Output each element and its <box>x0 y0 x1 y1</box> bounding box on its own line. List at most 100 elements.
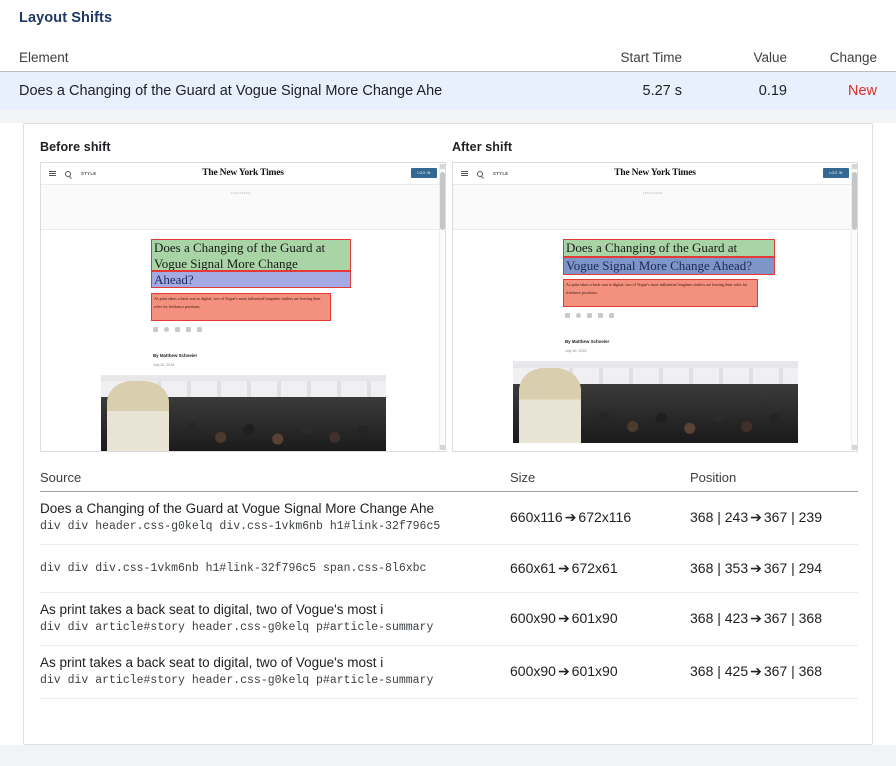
source-selector-path: div div article#story header.css-g0kelq … <box>40 621 434 635</box>
facebook-icon[interactable] <box>153 327 158 332</box>
arrow-icon: ➔ <box>750 559 762 576</box>
nyt-masthead: The New York Times <box>202 168 284 178</box>
scrollbar-thumb[interactable] <box>852 172 857 230</box>
size-cell: 600x90 ➔ 601x90 <box>510 610 690 627</box>
column-header-change: Change <box>829 50 877 65</box>
position-from: 368 | 423 <box>690 610 749 627</box>
position-cell: 368 | 243 ➔ 367 | 239 <box>690 509 858 526</box>
headline-line-3: Ahead? <box>154 272 194 287</box>
scroll-down-arrow[interactable] <box>852 445 857 450</box>
page-background-strip <box>0 745 896 766</box>
source-title: As print takes a back seat to digital, t… <box>40 601 384 617</box>
facebook-icon[interactable] <box>565 313 570 318</box>
table-row[interactable]: Does a Changing of the Guard at Vogue Si… <box>0 72 896 110</box>
instagram-icon[interactable] <box>576 313 581 318</box>
layout-shifts-panel: Layout Shifts Element Start Time Value C… <box>0 0 896 766</box>
column-header-element: Element <box>19 50 69 65</box>
row-divider-strip <box>0 110 896 123</box>
email-icon[interactable] <box>186 327 191 332</box>
arrow-icon: ➔ <box>750 509 762 526</box>
size-to: 601x90 <box>571 610 618 627</box>
article-byline: By Matthew Schneier <box>565 339 610 344</box>
source-cell: As print takes a back seat to digital, t… <box>40 654 510 690</box>
arrow-icon: ➔ <box>557 610 570 627</box>
arrow-icon: ➔ <box>557 559 570 576</box>
social-share-row[interactable] <box>153 327 202 332</box>
size-cell: 660x61 ➔ 672x61 <box>510 560 690 577</box>
source-title: Does a Changing of the Guard at Vogue Si… <box>40 501 435 516</box>
scrollbar-thumb[interactable] <box>440 172 445 230</box>
table-row[interactable]: Does a Changing of the Guard at Vogue Si… <box>40 492 858 545</box>
social-share-row[interactable] <box>565 313 614 318</box>
nyt-login-button[interactable]: LOG IN <box>823 168 849 178</box>
nyt-subnav-links: ••••••••••• <box>231 191 251 195</box>
arrow-icon: ➔ <box>564 509 577 526</box>
source-selector-path: div div header.css-g0kelq div.css-1vkm6n… <box>40 520 441 534</box>
nyt-login-button[interactable]: LOG IN <box>411 168 437 178</box>
shift-sources-table: Source Size Position Does a Changing of … <box>40 464 858 699</box>
headline-line-2: Vogue Signal More Change <box>154 256 298 271</box>
position-cell: 368 | 353 ➔ 367 | 294 <box>690 560 858 577</box>
row-value: 0.19 <box>758 83 787 99</box>
scroll-down-arrow[interactable] <box>440 445 445 450</box>
before-shift-panel: Before shift STYLE The New York Times LO… <box>40 140 446 452</box>
twitter-icon[interactable] <box>587 313 592 318</box>
article-byline: By Matthew Schneier <box>153 353 198 358</box>
size-to: 672x116 <box>578 509 632 526</box>
headline-line-1: Does a Changing of the Guard at <box>566 240 738 255</box>
screenshot-scrollbar[interactable] <box>851 164 857 450</box>
size-cell: 660x116 ➔ 672x116 <box>510 509 690 526</box>
article-photo <box>513 361 798 443</box>
shift-preview-panels: Before shift STYLE The New York Times LO… <box>40 140 858 452</box>
before-headline-highlight-blue: Ahead? <box>151 271 351 288</box>
size-to: 601x90 <box>571 663 618 680</box>
after-shift-label: After shift <box>452 140 513 154</box>
arrow-icon: ➔ <box>750 610 762 627</box>
scroll-up-arrow[interactable] <box>852 164 857 169</box>
source-table-header: Source Size Position <box>40 464 858 492</box>
table-row[interactable]: As print takes a back seat to digital, t… <box>40 593 858 646</box>
nyt-subnav-links: ••••••••••• <box>643 191 663 195</box>
arrow-icon: ➔ <box>750 663 762 680</box>
column-header-position: Position <box>690 470 737 485</box>
share-link-icon[interactable] <box>609 313 614 318</box>
before-summary-highlight: As print takes a back seat to digital, t… <box>151 293 331 321</box>
share-link-icon[interactable] <box>197 327 202 332</box>
before-shift-screenshot: STYLE The New York Times LOG IN ••••••••… <box>40 162 446 452</box>
after-summary-highlight: As print takes a back seat to digital, t… <box>563 279 758 307</box>
position-to: 367 | 239 <box>763 509 823 526</box>
nyt-subnav: ••••••••••• <box>41 185 441 230</box>
scroll-up-arrow[interactable] <box>440 164 445 169</box>
position-to: 367 | 368 <box>763 663 823 680</box>
position-to: 367 | 294 <box>763 559 823 576</box>
position-cell: 368 | 423 ➔ 367 | 368 <box>690 610 858 627</box>
before-shift-label: Before shift <box>40 140 111 154</box>
after-headline-highlight-blue: Vogue Signal More Change Ahead? <box>563 257 775 275</box>
page-title: Layout Shifts <box>19 10 113 26</box>
size-from: 660x116 <box>510 509 563 526</box>
arrow-icon: ➔ <box>557 663 570 680</box>
before-headline-highlight-green: Does a Changing of the Guard at Vogue Si… <box>151 239 351 271</box>
source-cell: As print takes a back seat to digital, t… <box>40 601 510 637</box>
status-badge: New <box>847 83 877 99</box>
size-cell: 600x90 ➔ 601x90 <box>510 663 690 680</box>
article-photo <box>101 375 386 451</box>
source-cell: Does a Changing of the Guard at Vogue Si… <box>40 500 510 536</box>
instagram-icon[interactable] <box>164 327 169 332</box>
after-shift-screenshot: STYLE The New York Times LOG IN ••••••••… <box>452 162 858 452</box>
position-from: 368 | 243 <box>690 509 749 526</box>
table-row[interactable]: As print takes a back seat to digital, t… <box>40 646 858 699</box>
twitter-icon[interactable] <box>175 327 180 332</box>
position-to: 367 | 368 <box>763 610 823 627</box>
source-selector-path: div div article#story header.css-g0kelq … <box>40 674 434 688</box>
screenshot-scrollbar[interactable] <box>439 164 445 450</box>
source-title: As print takes a back seat to digital, t… <box>40 654 384 670</box>
column-header-size: Size <box>510 470 536 485</box>
position-from: 368 | 353 <box>690 559 749 576</box>
position-cell: 368 | 425 ➔ 367 | 368 <box>690 663 858 680</box>
table-row[interactable]: div div div.css-1vkm6nb h1#link-32f796c5… <box>40 545 858 593</box>
column-header-source: Source <box>40 470 82 485</box>
email-icon[interactable] <box>598 313 603 318</box>
nyt-masthead: The New York Times <box>614 168 696 178</box>
row-start-time: 5.27 s <box>642 83 683 99</box>
